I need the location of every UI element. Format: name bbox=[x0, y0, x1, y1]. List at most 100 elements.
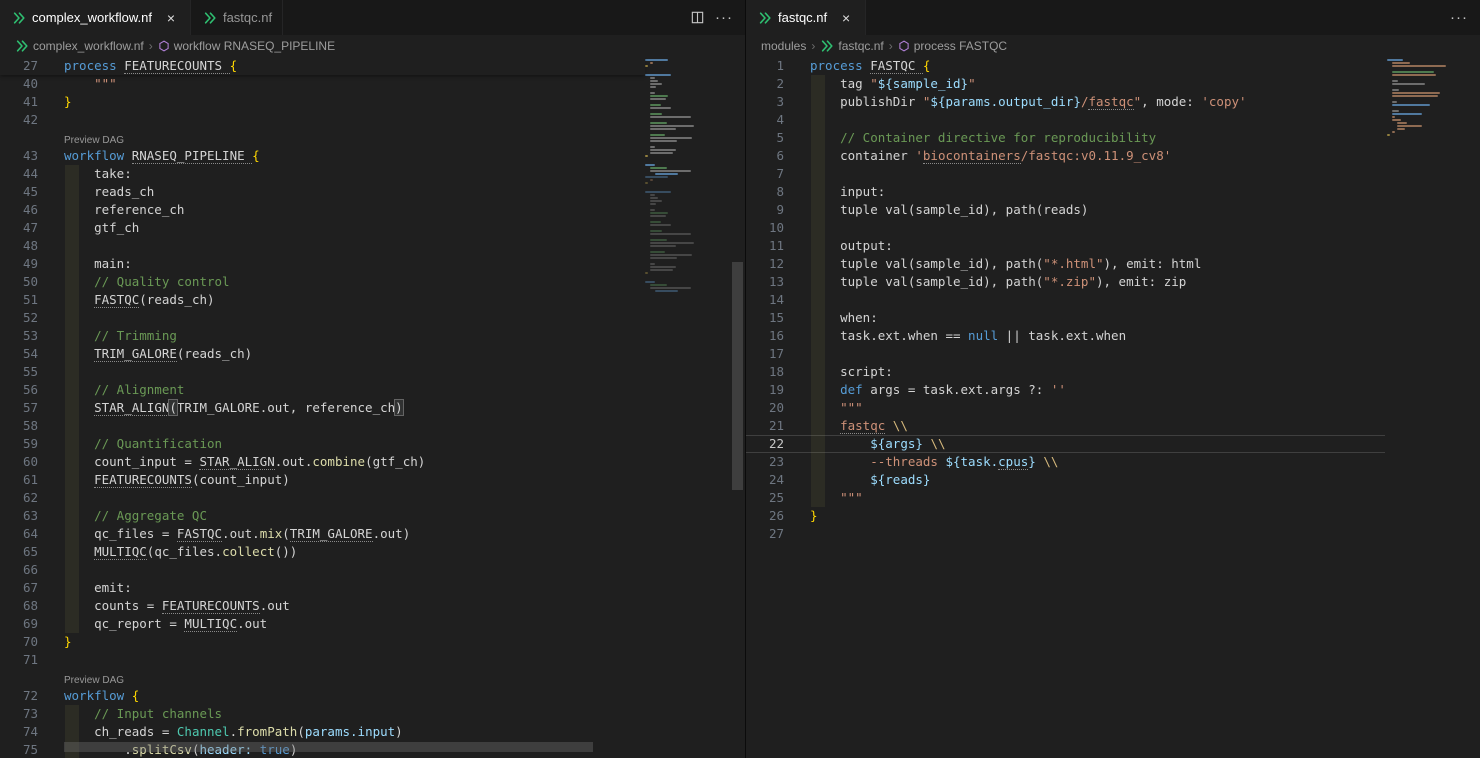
codelens-preview-dag[interactable]: Preview DAG bbox=[64, 674, 124, 687]
code-line[interactable]: 50 // Quality control bbox=[0, 273, 645, 291]
code-line[interactable]: 47 gtf_ch bbox=[0, 219, 645, 237]
code-line[interactable]: 18 script: bbox=[746, 363, 1385, 381]
code-line[interactable]: 54 TRIM_GALORE(reads_ch) bbox=[0, 345, 645, 363]
code-line[interactable]: 9 tuple val(sample_id), path(reads) bbox=[746, 201, 1385, 219]
code-line[interactable]: 10 bbox=[746, 219, 1385, 237]
line-number[interactable]: 22 bbox=[746, 435, 784, 453]
tab-close-icon[interactable]: × bbox=[837, 9, 855, 27]
code-line[interactable]: 70} bbox=[0, 633, 645, 651]
code-line[interactable]: 60 count_input = STAR_ALIGN.out.combine(… bbox=[0, 453, 645, 471]
code-line[interactable]: 71 bbox=[0, 651, 645, 669]
code-line[interactable]: 44 take: bbox=[0, 165, 645, 183]
line-number[interactable]: 68 bbox=[0, 597, 38, 615]
line-number[interactable]: 25 bbox=[746, 489, 784, 507]
tab-fastqc.nf[interactable]: fastqc.nf× bbox=[746, 0, 866, 35]
code-line[interactable]: 55 bbox=[0, 363, 645, 381]
code-line[interactable]: 48 bbox=[0, 237, 645, 255]
code-line[interactable]: 69 qc_report = MULTIQC.out bbox=[0, 615, 645, 633]
code-line[interactable]: 4 bbox=[746, 111, 1385, 129]
line-number[interactable]: 7 bbox=[746, 165, 784, 183]
code-line[interactable]: 21 fastqc \\ bbox=[746, 417, 1385, 435]
code-line[interactable]: 17 bbox=[746, 345, 1385, 363]
line-number[interactable]: 75 bbox=[0, 741, 38, 758]
line-number[interactable]: 51 bbox=[0, 291, 38, 309]
more-icon[interactable]: ··· bbox=[715, 9, 733, 26]
code-line[interactable]: 13 tuple val(sample_id), path("*.zip"), … bbox=[746, 273, 1385, 291]
line-number[interactable]: 53 bbox=[0, 327, 38, 345]
line-number[interactable]: 72 bbox=[0, 687, 38, 705]
code-line[interactable]: 62 bbox=[0, 489, 645, 507]
line-number[interactable]: 27 bbox=[0, 57, 38, 75]
line-number[interactable]: 11 bbox=[746, 237, 784, 255]
code-editor-right[interactable]: 1process FASTQC {2 tag "${sample_id}"3 p… bbox=[746, 57, 1480, 758]
code-line[interactable]: 63 // Aggregate QC bbox=[0, 507, 645, 525]
code-line[interactable]: 64 qc_files = FASTQC.out.mix(TRIM_GALORE… bbox=[0, 525, 645, 543]
line-number[interactable]: 70 bbox=[0, 633, 38, 651]
code-line[interactable]: 67 emit: bbox=[0, 579, 645, 597]
code-line[interactable]: 43workflow RNASEQ_PIPELINE { bbox=[0, 147, 645, 165]
line-number[interactable]: 18 bbox=[746, 363, 784, 381]
line-number[interactable]: 12 bbox=[746, 255, 784, 273]
code-line[interactable]: 53 // Trimming bbox=[0, 327, 645, 345]
code-line[interactable]: 45 reads_ch bbox=[0, 183, 645, 201]
code-line[interactable]: 59 // Quantification bbox=[0, 435, 645, 453]
line-number[interactable]: 14 bbox=[746, 291, 784, 309]
code-line[interactable]: 42 bbox=[0, 111, 645, 129]
line-number[interactable]: 71 bbox=[0, 651, 38, 669]
code-line[interactable]: 65 MULTIQC(qc_files.collect()) bbox=[0, 543, 645, 561]
code-line[interactable]: 16 task.ext.when == null || task.ext.whe… bbox=[746, 327, 1385, 345]
line-number[interactable]: 57 bbox=[0, 399, 38, 417]
code-line[interactable]: 5 // Container directive for reproducibi… bbox=[746, 129, 1385, 147]
code-line[interactable]: 56 // Alignment bbox=[0, 381, 645, 399]
code-line[interactable]: 26} bbox=[746, 507, 1385, 525]
line-number[interactable]: 8 bbox=[746, 183, 784, 201]
line-number[interactable]: 13 bbox=[746, 273, 784, 291]
line-number[interactable]: 65 bbox=[0, 543, 38, 561]
code-line[interactable]: 49 main: bbox=[0, 255, 645, 273]
code-line[interactable]: 61 FEATURECOUNTS(count_input) bbox=[0, 471, 645, 489]
code-line[interactable]: 74 ch_reads = Channel.fromPath(params.in… bbox=[0, 723, 645, 741]
vertical-scrollbar-thumb[interactable] bbox=[732, 262, 743, 490]
line-number[interactable]: 15 bbox=[746, 309, 784, 327]
code-line[interactable]: 15 when: bbox=[746, 309, 1385, 327]
code-line[interactable]: 7 bbox=[746, 165, 1385, 183]
code-line[interactable]: 23 --threads ${task.cpus} \\ bbox=[746, 453, 1385, 471]
code-line[interactable]: 58 bbox=[0, 417, 645, 435]
code-line[interactable]: 52 bbox=[0, 309, 645, 327]
line-number[interactable]: 21 bbox=[746, 417, 784, 435]
breadcrumb-item[interactable]: workflow RNASEQ_PIPELINE bbox=[158, 39, 335, 53]
line-number[interactable]: 49 bbox=[0, 255, 38, 273]
line-number[interactable]: 20 bbox=[746, 399, 784, 417]
line-number[interactable]: 60 bbox=[0, 453, 38, 471]
code-line[interactable]: 41} bbox=[0, 93, 645, 111]
horizontal-scrollbar-thumb[interactable] bbox=[64, 742, 593, 752]
code-line[interactable]: 73 // Input channels bbox=[0, 705, 645, 723]
split-editor-icon[interactable] bbox=[690, 10, 705, 25]
line-number[interactable]: 4 bbox=[746, 111, 784, 129]
code-line[interactable]: 8 input: bbox=[746, 183, 1385, 201]
tab-close-icon[interactable]: × bbox=[162, 9, 180, 27]
line-number[interactable]: 3 bbox=[746, 93, 784, 111]
line-number[interactable]: 67 bbox=[0, 579, 38, 597]
line-number[interactable]: 17 bbox=[746, 345, 784, 363]
line-number[interactable]: 69 bbox=[0, 615, 38, 633]
line-number[interactable]: 23 bbox=[746, 453, 784, 471]
line-number[interactable]: 56 bbox=[0, 381, 38, 399]
code-line[interactable]: 72workflow { bbox=[0, 687, 645, 705]
line-number[interactable]: 43 bbox=[0, 147, 38, 165]
code-line[interactable]: 20 """ bbox=[746, 399, 1385, 417]
line-number[interactable]: 73 bbox=[0, 705, 38, 723]
line-number[interactable]: 55 bbox=[0, 363, 38, 381]
code-line[interactable]: 40 """ bbox=[0, 75, 645, 93]
line-number[interactable]: 19 bbox=[746, 381, 784, 399]
code-line[interactable]: 66 bbox=[0, 561, 645, 579]
tab-complex_workflow.nf[interactable]: complex_workflow.nf× bbox=[0, 0, 191, 35]
line-number[interactable]: 66 bbox=[0, 561, 38, 579]
code-line[interactable]: 11 output: bbox=[746, 237, 1385, 255]
line-number[interactable]: 44 bbox=[0, 165, 38, 183]
line-number[interactable]: 10 bbox=[746, 219, 784, 237]
code-line[interactable]: 1process FASTQC { bbox=[746, 57, 1385, 75]
line-number[interactable]: 41 bbox=[0, 93, 38, 111]
line-number[interactable]: 6 bbox=[746, 147, 784, 165]
code-line[interactable]: 3 publishDir "${params.output_dir}/fastq… bbox=[746, 93, 1385, 111]
